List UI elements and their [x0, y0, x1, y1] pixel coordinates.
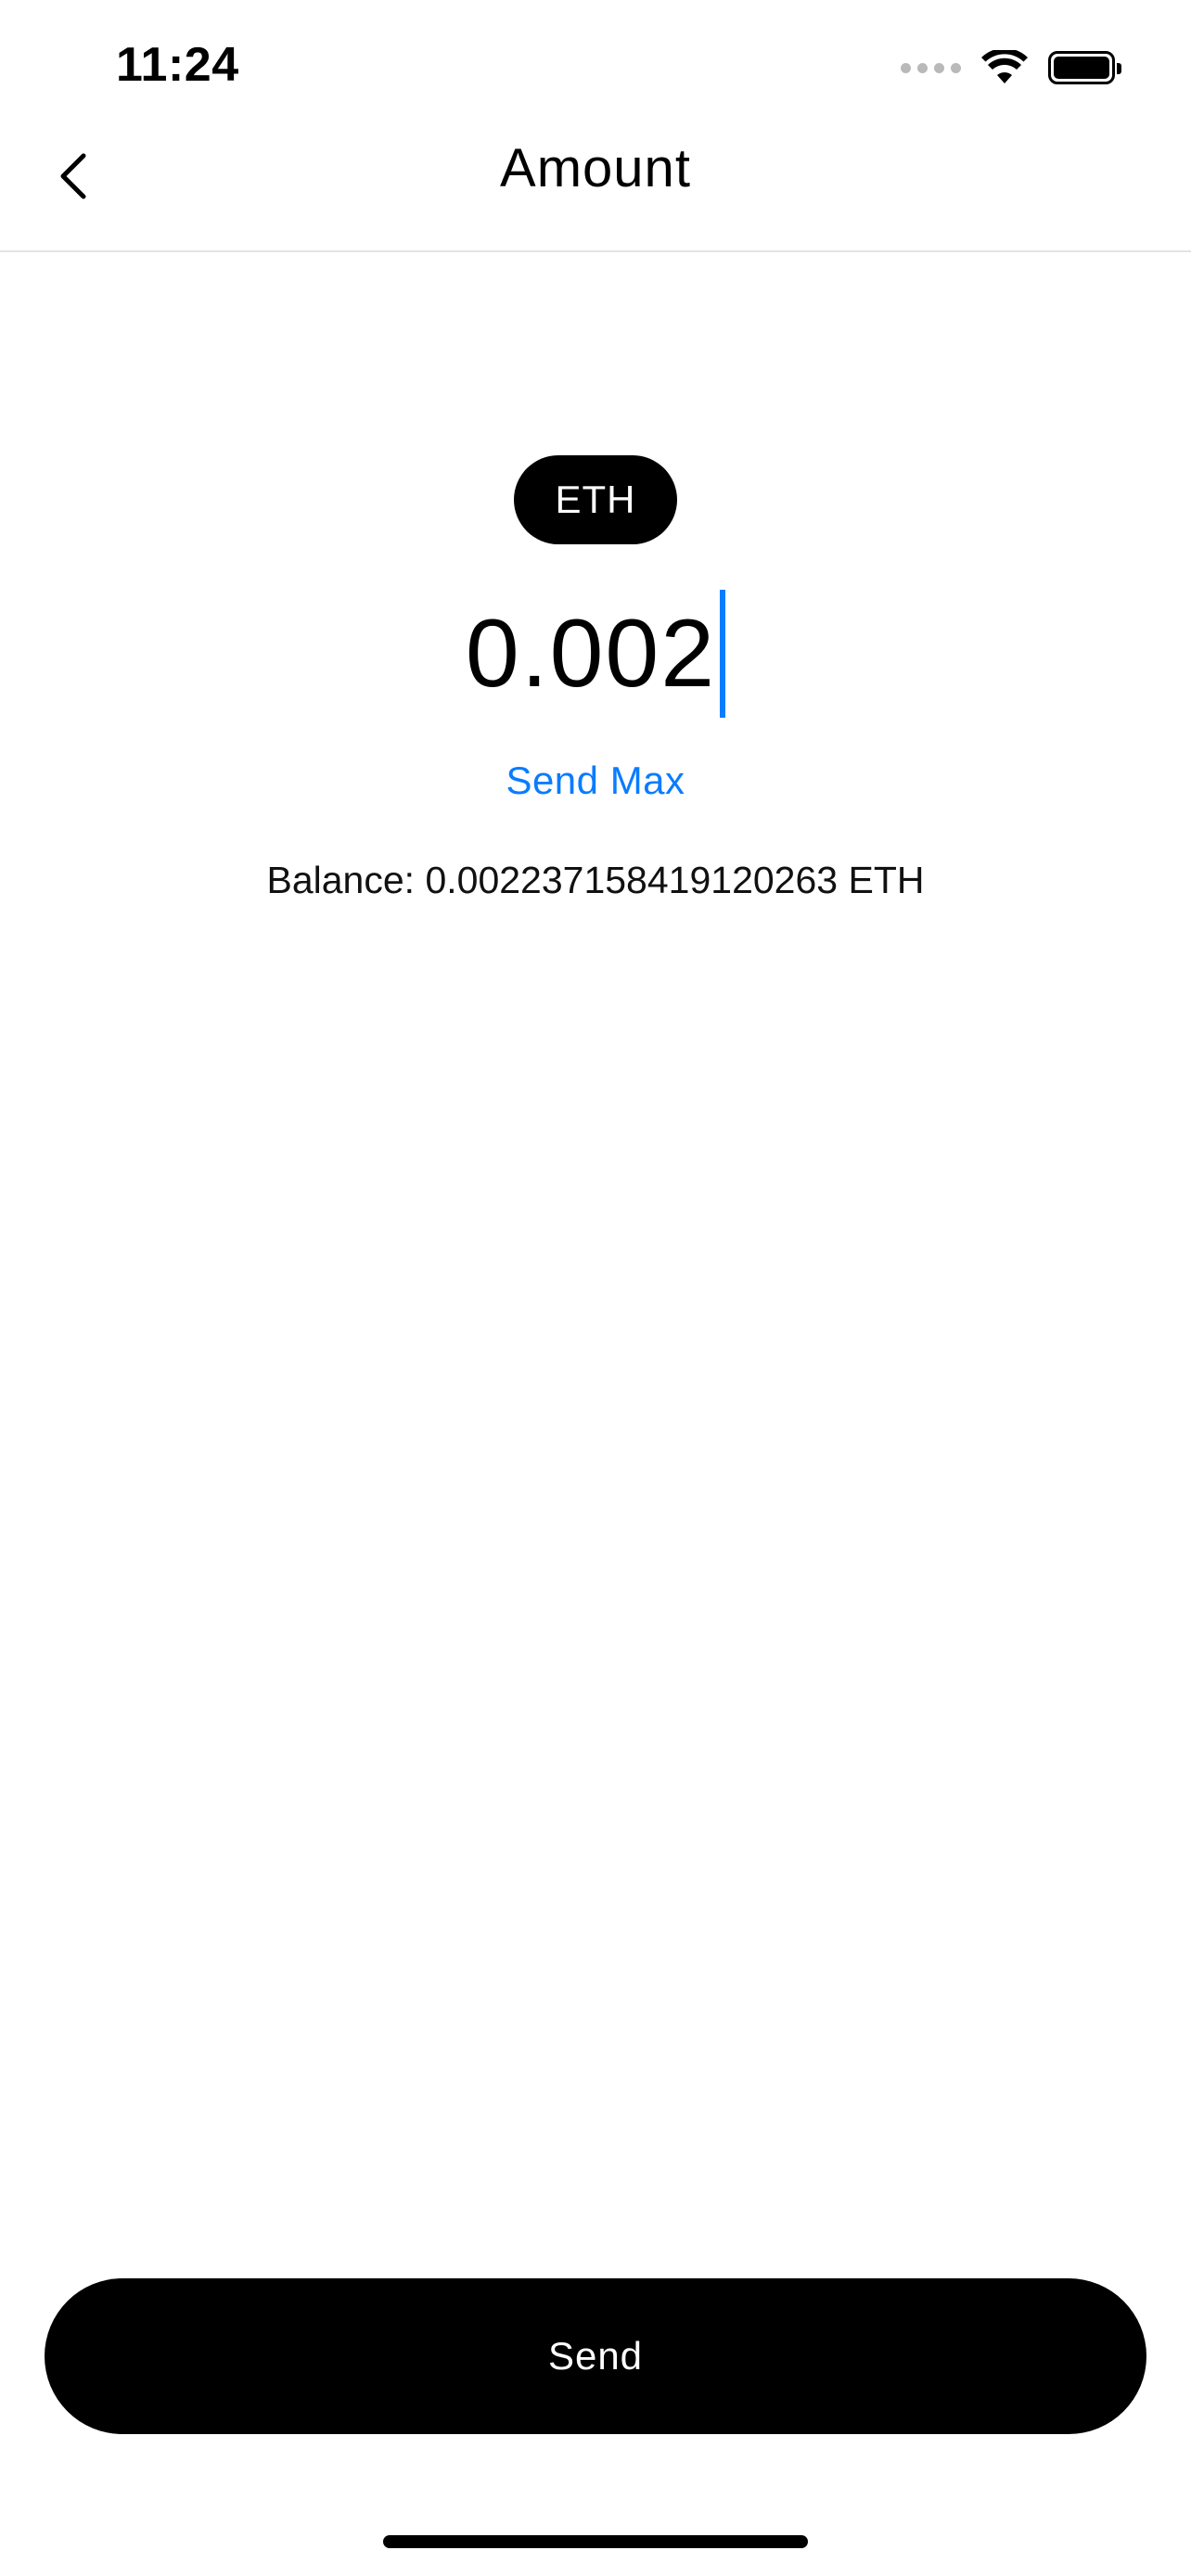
send-max-button[interactable]: Send Max [506, 759, 685, 802]
amount-value: 0.002 [465, 599, 717, 708]
status-icons [901, 45, 1121, 91]
text-caret [720, 590, 726, 718]
battery-icon [1048, 51, 1121, 84]
wifi-icon [981, 50, 1028, 83]
send-max-row: Send Max [0, 759, 1191, 803]
home-indicator[interactable] [383, 2535, 808, 2548]
page-title: Amount [500, 138, 691, 198]
amount-input[interactable]: 0.002 [465, 590, 726, 718]
token-selector[interactable]: ETH [514, 455, 677, 544]
status-time: 11:24 [116, 38, 239, 92]
cellular-signal-icon [901, 62, 961, 73]
nav-bar: Amount [0, 111, 1191, 252]
balance-text: Balance: 0.002237158419120263 ETH [266, 859, 925, 901]
amount-field[interactable]: 0.002 [0, 584, 1191, 723]
send-button[interactable]: Send [45, 2278, 1146, 2434]
